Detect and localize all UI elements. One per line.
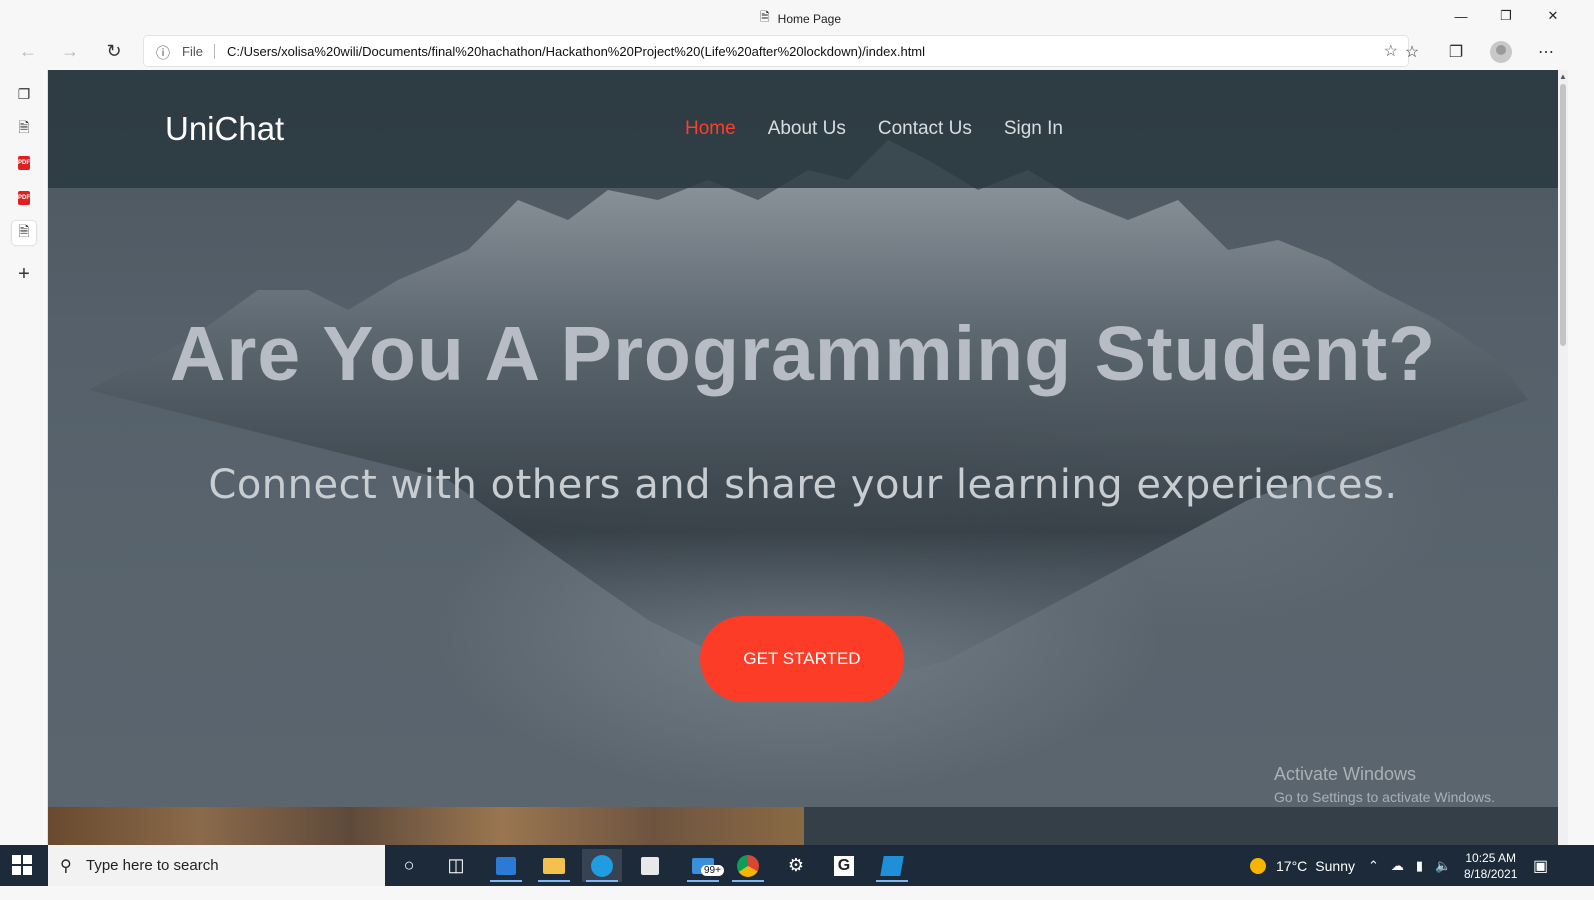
taskbar-search-box[interactable]: ⚲ Type here to search xyxy=(48,845,385,886)
refresh-icon[interactable]: ↻ xyxy=(100,39,128,63)
mail-badge: 99+ xyxy=(701,865,724,876)
vertical-tabs-sidebar: ❐ 🗎 PDF PDF 🗎 + xyxy=(0,70,48,860)
weather-condition: Sunny xyxy=(1315,857,1355,874)
site-logo[interactable]: UniChat xyxy=(165,110,284,148)
search-placeholder: Type here to search xyxy=(86,857,219,874)
weather-widget[interactable]: 17°C Sunny xyxy=(1250,845,1355,886)
settings-gear-icon[interactable]: ⚙ xyxy=(776,849,816,882)
tab-active-page-icon[interactable]: 🗎 xyxy=(12,221,36,245)
forward-arrow-icon[interactable]: → xyxy=(56,39,84,63)
battery-icon[interactable]: ▮ xyxy=(1416,858,1423,874)
notification-icon[interactable]: ▣ xyxy=(1533,856,1548,876)
collections-icon[interactable]: ❐ xyxy=(1442,40,1470,64)
window-titlebar: 🗎 Home Page — ❐ ✕ xyxy=(0,0,1594,32)
system-tray: ⌃ ☁ ▮ 🔈 xyxy=(1368,845,1451,886)
browser-toolbar: ← → ↻ ⓘ File C:/Users/xolisa%20wili/Docu… xyxy=(0,32,1594,70)
taskbar-clock[interactable]: 10:25 AM 8/18/2021 xyxy=(1464,850,1517,882)
page-scrollbar[interactable]: ▲ ▼ xyxy=(1558,70,1568,860)
get-started-button[interactable]: GET STARTED xyxy=(700,616,904,702)
clock-date: 8/18/2021 xyxy=(1464,867,1518,881)
page-viewport: Are You A Programming Student? Connect w… xyxy=(48,70,1558,860)
weather-temp: 17°C xyxy=(1276,857,1308,874)
tab-title: Home Page xyxy=(777,11,842,26)
sun-icon xyxy=(1250,857,1266,874)
minimize-button[interactable]: — xyxy=(1438,4,1484,28)
hero-headline: Are You A Programming Student? xyxy=(169,311,1437,397)
edge-browser-icon[interactable] xyxy=(582,849,622,882)
nav-link-home[interactable]: Home xyxy=(685,118,736,140)
mail-app-icon[interactable]: 99+ xyxy=(683,849,724,882)
avatar xyxy=(1490,41,1512,63)
close-button[interactable]: ✕ xyxy=(1530,4,1576,28)
url-separator xyxy=(214,44,215,59)
search-icon: ⚲ xyxy=(60,858,72,875)
cortana-icon[interactable]: ○ xyxy=(389,849,429,882)
tab-page-icon[interactable]: 🗎 xyxy=(12,117,36,141)
tab-pdf-icon[interactable]: PDF xyxy=(18,191,30,205)
activate-windows-watermark: Activate Windows Go to Settings to activ… xyxy=(1274,764,1495,805)
nav-link-sign-in[interactable]: Sign In xyxy=(1004,118,1063,140)
tab-actions-icon[interactable]: ❐ xyxy=(12,82,36,106)
grammarly-icon[interactable]: G xyxy=(824,849,864,882)
windows-start-icon[interactable] xyxy=(12,855,32,875)
file-explorer-icon[interactable] xyxy=(534,849,574,882)
chevron-up-icon[interactable]: ⌃ xyxy=(1368,858,1379,874)
new-tab-plus-icon[interactable]: + xyxy=(12,262,36,286)
window-title: 🗎 Home Page xyxy=(760,8,841,29)
site-nav-menu: Home About Us Contact Us Sign In xyxy=(685,118,1063,140)
photos-app-icon[interactable] xyxy=(486,849,526,882)
onedrive-icon[interactable]: ☁ xyxy=(1391,858,1404,874)
chrome-icon[interactable] xyxy=(728,849,768,882)
site-navbar: UniChat Home About Us Contact Us Sign In xyxy=(48,70,1558,188)
favorites-icon[interactable]: ☆ xyxy=(1398,40,1426,64)
url-scheme-label: File xyxy=(182,44,203,59)
hero-subheadline: Connect with others and share your learn… xyxy=(208,462,1398,508)
watermark-subtitle: Go to Settings to activate Windows. xyxy=(1274,789,1495,805)
scroll-up-arrow-icon[interactable]: ▲ xyxy=(1559,72,1567,81)
page-icon: 🗎 xyxy=(760,10,770,24)
nav-link-about-us[interactable]: About Us xyxy=(768,118,846,140)
back-arrow-icon[interactable]: ← xyxy=(14,39,42,63)
profile-avatar[interactable] xyxy=(1487,40,1515,64)
task-view-icon[interactable]: ◫ xyxy=(436,849,476,882)
restore-button[interactable]: ❐ xyxy=(1483,4,1529,28)
watermark-title: Activate Windows xyxy=(1274,764,1417,784)
nav-link-contact-us[interactable]: Contact Us xyxy=(878,118,972,140)
windows-taskbar: ⚲ Type here to search ○ ◫ 99+ ⚙ G 17°C S… xyxy=(0,845,1594,886)
volume-muted-icon[interactable]: 🔈 xyxy=(1435,858,1451,874)
scrollbar-thumb[interactable] xyxy=(1560,84,1566,346)
tab-pdf-icon[interactable]: PDF xyxy=(18,156,30,170)
clock-time: 10:25 AM xyxy=(1465,851,1517,865)
info-icon[interactable]: ⓘ xyxy=(156,43,170,63)
more-menu-icon[interactable]: ⋯ xyxy=(1532,40,1560,64)
url-text[interactable]: C:/Users/xolisa%20wili/Documents/final%2… xyxy=(227,44,925,59)
vscode-icon[interactable] xyxy=(872,849,912,882)
store-icon[interactable] xyxy=(630,849,670,882)
add-favorite-icon[interactable]: ☆ xyxy=(1384,41,1398,61)
address-bar[interactable]: ⓘ File C:/Users/xolisa%20wili/Documents/… xyxy=(144,36,1408,66)
